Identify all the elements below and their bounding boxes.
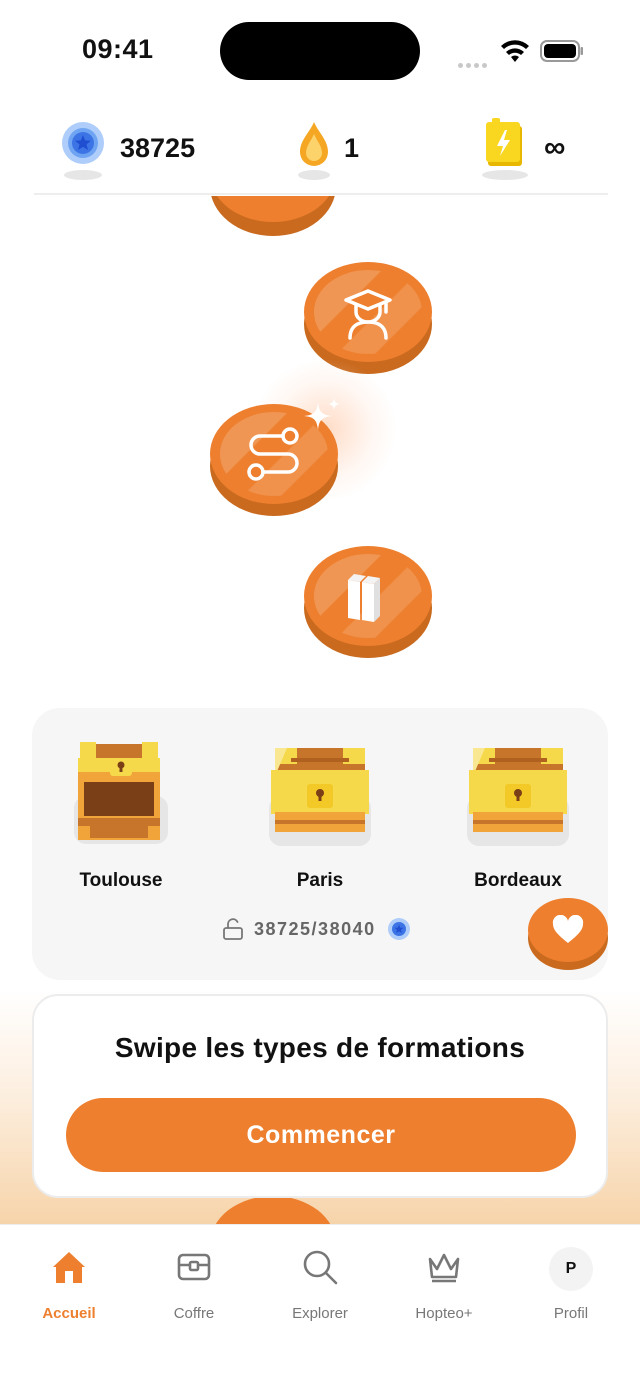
crown-icon	[428, 1253, 460, 1283]
tab-bar: Accueil Coffre Explorer Hopteo+ P Profil	[0, 1224, 640, 1391]
status-bar: 09:41	[0, 0, 640, 100]
streak-value: 1	[344, 132, 360, 163]
star-coin-icon	[387, 918, 410, 940]
dynamic-island	[220, 22, 420, 80]
unlock-icon	[223, 918, 243, 940]
status-time: 09:41	[82, 34, 154, 64]
tab-profil[interactable]: P Profil	[516, 1247, 626, 1322]
heart-icon	[552, 915, 584, 943]
tab-explorer[interactable]: Explorer	[265, 1247, 375, 1322]
chest-label: Bordeaux	[474, 870, 562, 891]
battery-icon	[540, 40, 583, 62]
chest-icon	[177, 1253, 211, 1281]
chests-card: Toulouse Paris Bordeaux 38725/38040	[32, 708, 608, 980]
path-node-library[interactable]	[304, 546, 432, 664]
cellular-signal-icon	[458, 55, 492, 68]
action-title: Swipe les types de formations	[114, 1032, 526, 1063]
tab-label: Explorer	[292, 1305, 348, 1322]
avatar: P	[549, 1247, 593, 1291]
points-stat[interactable]: 38725	[60, 112, 195, 184]
energy-value: ∞	[544, 131, 566, 164]
points-value: 38725	[120, 132, 196, 163]
progress-value: 38725/38040	[254, 918, 376, 939]
wifi-icon	[501, 40, 529, 62]
chest-progress: 38725/38040	[222, 914, 422, 944]
tab-coffre[interactable]: Coffre	[139, 1247, 249, 1322]
start-button[interactable]: Commencer	[66, 1098, 576, 1172]
tab-hopteo-plus[interactable]: Hopteo+	[389, 1247, 499, 1322]
search-icon	[303, 1250, 338, 1285]
chest-toulouse[interactable]: Toulouse	[66, 738, 176, 898]
favorites-button[interactable]	[528, 898, 608, 972]
star-coin-icon	[60, 116, 106, 180]
streak-stat[interactable]: 1	[298, 112, 359, 184]
flame-drop-icon	[298, 116, 330, 180]
path-route-icon	[247, 427, 299, 481]
home-icon	[53, 1252, 85, 1283]
books-icon	[348, 574, 380, 622]
chest-label: Paris	[296, 870, 344, 891]
energy-card-icon	[480, 116, 530, 180]
tab-label: Hopteo+	[415, 1305, 473, 1322]
graduation-cap-user-icon	[344, 289, 392, 340]
chest-label: Toulouse	[79, 870, 163, 891]
energy-stat[interactable]: ∞	[480, 112, 565, 184]
header-divider	[34, 193, 608, 195]
tab-label: Accueil	[42, 1305, 96, 1322]
stats-bar: 38725 1 ∞	[0, 112, 640, 192]
chest-bordeaux[interactable]: Bordeaux	[463, 738, 573, 898]
action-card: Swipe les types de formations Commencer	[32, 994, 608, 1198]
locked-chest-icon	[467, 748, 569, 846]
tab-label: Profil	[553, 1305, 589, 1322]
chest-paris[interactable]: Paris	[265, 738, 375, 898]
tab-label: Coffre	[173, 1305, 215, 1322]
sparkle-icon	[304, 398, 340, 430]
tab-accueil[interactable]: Accueil	[14, 1247, 124, 1322]
locked-chest-icon	[269, 748, 371, 846]
path-node-previous[interactable]	[210, 196, 336, 236]
open-chest-icon	[74, 742, 168, 844]
